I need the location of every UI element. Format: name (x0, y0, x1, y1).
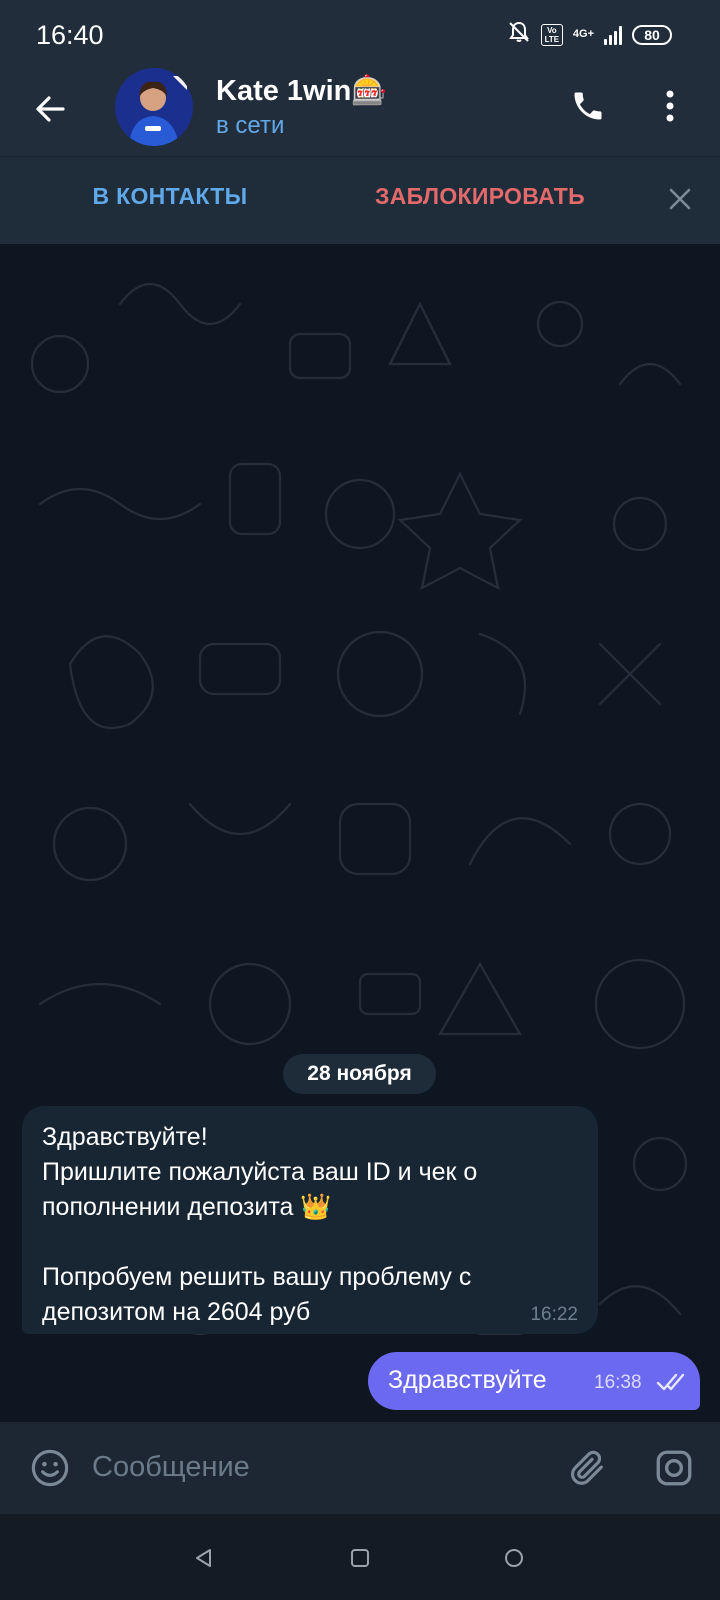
message-composer (0, 1422, 720, 1514)
arrow-left-icon (36, 96, 65, 122)
status-time: 16:40 (36, 20, 104, 50)
bell-muted-icon (507, 20, 531, 49)
incoming-message-text: Здравствуйте! Пришлите пожалуйста ваш ID… (42, 1123, 478, 1326)
outgoing-message-bubble[interactable]: Здравствуйте 16:38 (368, 1352, 700, 1410)
close-icon (669, 188, 691, 210)
more-options-button[interactable] (650, 82, 690, 130)
signal-icon (604, 25, 622, 45)
add-to-contacts-button[interactable]: В КОНТАКТЫ (40, 183, 300, 210)
call-button[interactable] (564, 82, 612, 130)
volte-label: Vo LTE (540, 23, 563, 46)
square-recents-icon (351, 1549, 369, 1567)
phone-icon (574, 92, 602, 120)
nav-home-button[interactable] (496, 1540, 532, 1576)
circle-home-icon (505, 1549, 523, 1567)
contact-action-bar: В КОНТАКТЫ ЗАБЛОКИРОВАТЬ (0, 156, 720, 244)
battery-indicator: 80 (632, 24, 672, 45)
chat-title[interactable]: Kate 1win🎰 (216, 74, 387, 108)
emoji-icon (31, 1449, 69, 1487)
more-vertical-icon (666, 90, 674, 122)
incoming-message-bubble[interactable]: Здравствуйте! Пришлите пожалуйста ваш ID… (22, 1106, 598, 1334)
incoming-message-time: 16:22 (530, 1304, 578, 1325)
network-type-label: 4G+ (572, 28, 594, 40)
status-icons: Vo LTE 4G+ 80 (507, 20, 672, 49)
avatar[interactable] (115, 68, 193, 146)
chat-header: Kate 1win🎰 в сети (0, 68, 720, 156)
block-user-button[interactable]: ЗАБЛОКИРОВАТЬ (360, 183, 600, 210)
message-input[interactable] (92, 1442, 532, 1492)
back-button[interactable] (26, 84, 76, 134)
emoji-button[interactable] (26, 1444, 74, 1492)
close-action-bar-button[interactable] (660, 179, 700, 219)
double-check-icon (656, 1373, 685, 1391)
attach-button[interactable] (564, 1444, 612, 1492)
outgoing-message-time: 16:38 (594, 1372, 642, 1393)
paperclip-icon (570, 1450, 603, 1485)
system-navigation-bar (0, 1514, 720, 1600)
chat-area[interactable]: 28 ноября Здравствуйте! Пришлите пожалуй… (0, 244, 720, 1422)
online-status: в сети (216, 112, 285, 139)
nav-back-button[interactable] (186, 1540, 222, 1576)
nav-recents-button[interactable] (342, 1540, 378, 1576)
outgoing-message-text: Здравствуйте (388, 1366, 547, 1394)
status-bar: 16:40 Vo LTE 4G+ 80 (0, 0, 720, 68)
camera-button[interactable] (650, 1444, 698, 1492)
date-separator: 28 ноября (283, 1054, 436, 1094)
camera-icon (656, 1450, 692, 1486)
triangle-back-icon (196, 1549, 211, 1567)
